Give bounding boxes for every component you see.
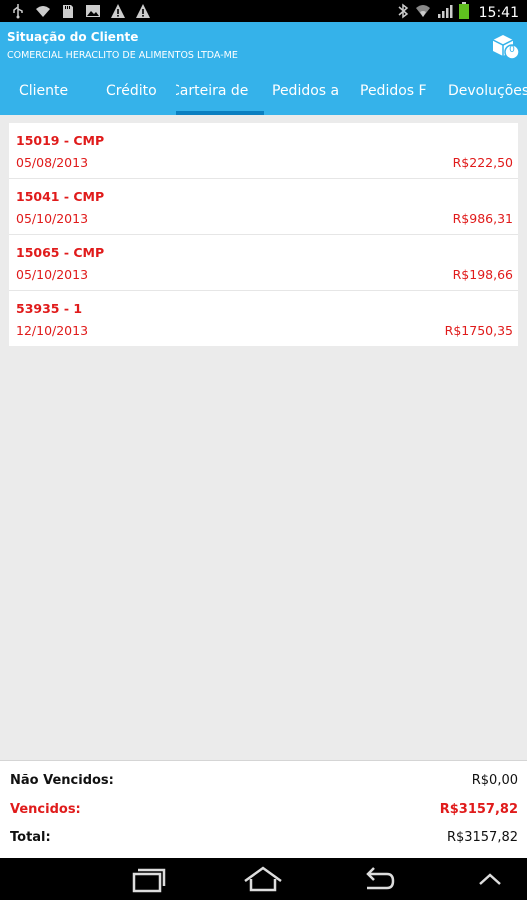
nao-vencidos-value: R$0,00 — [471, 773, 518, 788]
item-amount: R$986,31 — [452, 211, 513, 226]
back-icon — [366, 867, 395, 890]
list-item[interactable]: 15065 - CMP 05/10/2013 R$198,66 — [9, 235, 518, 291]
item-date: 12/10/2013 — [16, 323, 89, 338]
menu-up-button[interactable] — [460, 862, 520, 896]
warning-icon — [135, 3, 151, 19]
image-icon — [85, 3, 101, 19]
navigation-bar — [0, 858, 527, 900]
box-badge-count: 0 — [509, 45, 515, 55]
tab-devolucoes[interactable]: Devoluções — [448, 68, 527, 115]
item-title: 15041 - CMP — [16, 189, 105, 204]
home-button[interactable] — [233, 862, 293, 896]
recent-apps-button[interactable] — [117, 862, 177, 896]
item-title: 15019 - CMP — [16, 133, 105, 148]
list-item[interactable]: 15019 - CMP 05/08/2013 R$222,50 — [9, 123, 518, 179]
page-title: Situação do Cliente — [7, 30, 139, 44]
summary-vencidos: Vencidos: R$3157,82 — [10, 802, 518, 822]
notification-icons — [10, 3, 151, 19]
vencidos-value: R$3157,82 — [439, 802, 518, 817]
item-date: 05/08/2013 — [16, 155, 89, 170]
home-icon — [244, 866, 282, 892]
titles-list: 15019 - CMP 05/08/2013 R$222,50 15041 - … — [9, 123, 518, 346]
back-button[interactable] — [347, 862, 407, 896]
wifi-signal-icon — [415, 3, 431, 23]
nao-vencidos-label: Não Vencidos: — [10, 773, 114, 788]
vencidos-label: Vencidos: — [10, 802, 81, 817]
list-item[interactable]: 53935 - 1 12/10/2013 R$1750,35 — [9, 291, 518, 346]
action-bar: Situação do Cliente COMERCIAL HERACLITO … — [0, 22, 527, 68]
item-amount: R$1750,35 — [444, 323, 513, 338]
sd-card-icon — [60, 3, 76, 19]
item-date: 05/10/2013 — [16, 267, 89, 282]
wifi-icon — [35, 3, 51, 19]
clock: 15:41 — [478, 4, 519, 21]
tab-carteira-label: Carteira de — [176, 83, 249, 99]
tab-credito[interactable]: Crédito — [106, 68, 176, 115]
tab-pedidos-faturados[interactable]: Pedidos F — [360, 68, 428, 115]
tab-carteira[interactable]: Carteira de — [176, 68, 264, 115]
list-item[interactable]: 15041 - CMP 05/10/2013 R$986,31 — [9, 179, 518, 235]
summary-panel: Não Vencidos: R$0,00 Vencidos: R$3157,82… — [0, 760, 527, 859]
total-label: Total: — [10, 830, 51, 845]
warning-icon — [110, 3, 126, 19]
status-bar: 15:41 — [0, 0, 527, 22]
total-value: R$3157,82 — [446, 830, 518, 845]
usb-icon — [10, 3, 26, 19]
item-amount: R$198,66 — [452, 267, 513, 282]
cell-signal-icon — [437, 3, 453, 23]
battery-icon — [458, 2, 469, 23]
item-date: 05/10/2013 — [16, 211, 89, 226]
client-name: COMERCIAL HERACLITO DE ALIMENTOS LTDA-ME — [7, 50, 238, 61]
summary-total: Total: R$3157,82 — [10, 830, 518, 850]
summary-nao-vencidos: Não Vencidos: R$0,00 — [10, 773, 518, 793]
tab-pedidos-abertos[interactable]: Pedidos a — [272, 68, 342, 115]
bluetooth-icon — [397, 3, 409, 23]
tab-bar: Cliente Crédito Carteira de Pedidos a Pe… — [0, 68, 527, 115]
menu-up-icon — [479, 873, 501, 885]
item-title: 15065 - CMP — [16, 245, 105, 260]
system-icons: 15:41 — [397, 2, 519, 23]
tab-indicator — [176, 111, 264, 115]
recent-apps-icon — [132, 868, 166, 893]
item-title: 53935 - 1 — [16, 301, 83, 316]
box-action-button[interactable]: 0 — [490, 30, 520, 60]
item-amount: R$222,50 — [452, 155, 513, 170]
tab-cliente[interactable]: Cliente — [19, 68, 89, 115]
